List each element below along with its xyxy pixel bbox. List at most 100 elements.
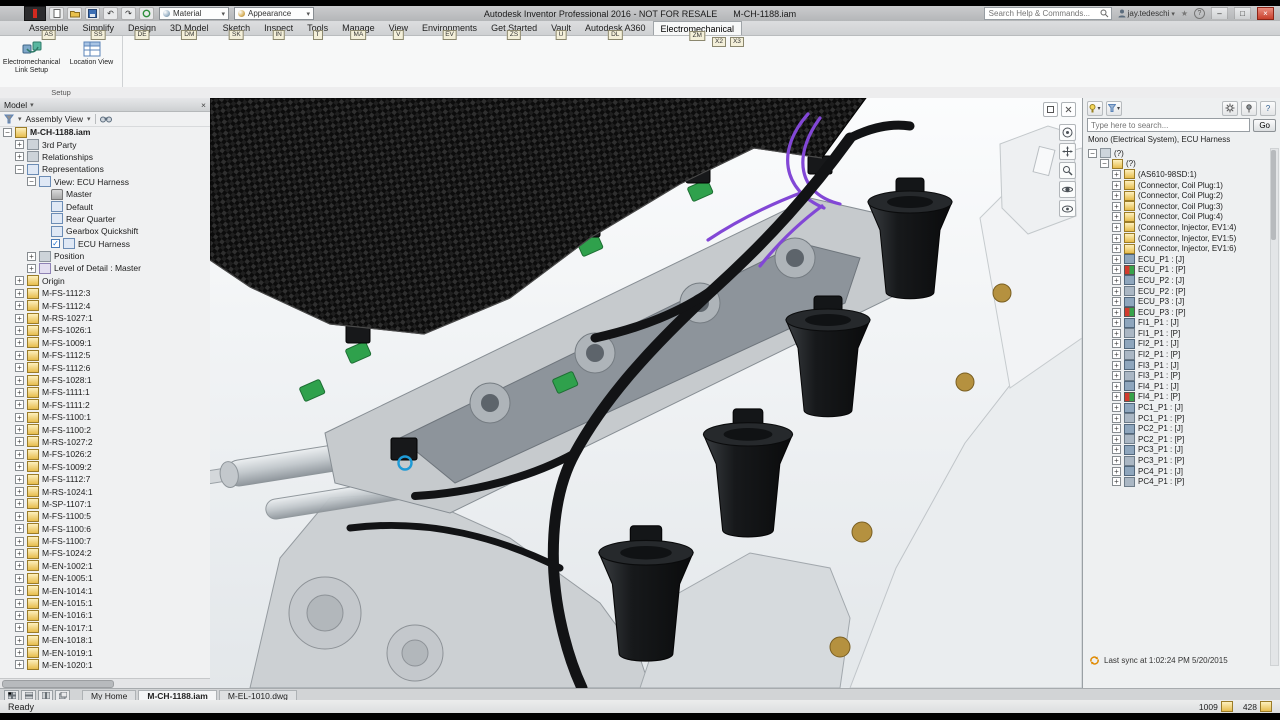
- expand-icon[interactable]: +: [1112, 244, 1121, 254]
- tree-item[interactable]: + (Connector, Injector, EV1:4): [1085, 222, 1271, 233]
- pan-button[interactable]: [1059, 143, 1076, 160]
- expand-icon[interactable]: +: [15, 437, 24, 447]
- expand-icon[interactable]: +: [1112, 392, 1121, 402]
- expand-icon[interactable]: +: [1112, 350, 1121, 360]
- update-icon[interactable]: [139, 7, 154, 20]
- viewport-3d[interactable]: [210, 98, 1082, 688]
- expand-icon[interactable]: +: [15, 586, 24, 596]
- filter-icon[interactable]: [4, 114, 14, 124]
- doc-restore-button[interactable]: [1043, 102, 1058, 117]
- tree-item[interactable]: + M-EN-1017:1: [0, 622, 208, 634]
- tree-item[interactable]: + M-SP-1107:1: [0, 498, 208, 510]
- tree-item[interactable]: + M-EN-1005:1: [0, 572, 208, 584]
- expand-icon[interactable]: +: [15, 511, 24, 521]
- tree-item[interactable]: + Origin: [0, 275, 208, 287]
- tree-item[interactable]: + M-EN-1019:1: [0, 646, 208, 659]
- expand-icon[interactable]: +: [15, 610, 24, 620]
- settings-gear-button[interactable]: [1222, 100, 1238, 116]
- ribbon-tab[interactable]: Vault U: [544, 21, 578, 40]
- expand-icon[interactable]: +: [15, 462, 24, 472]
- ribbon-tab[interactable]: Tools T: [300, 21, 335, 40]
- browser-horizontal-scrollbar[interactable]: [0, 678, 210, 688]
- tree-item[interactable]: + M-FS-1100:1: [0, 411, 208, 423]
- tree-item[interactable]: + M-FS-1112:7: [0, 473, 208, 485]
- tree-item[interactable]: + M-RS-1024:1: [0, 485, 208, 498]
- expand-icon[interactable]: +: [15, 648, 24, 658]
- tree-item[interactable]: + (Connector, Coil Plug:1): [1085, 180, 1271, 191]
- collapse-icon[interactable]: −: [3, 127, 12, 137]
- collapse-icon[interactable]: −: [27, 177, 36, 187]
- expand-icon[interactable]: +: [15, 474, 24, 484]
- orbit-button[interactable]: [1059, 181, 1076, 198]
- tree-item[interactable]: − M-CH-1188.iam: [0, 126, 208, 138]
- tree-item[interactable]: + M-EN-1015:1: [0, 597, 208, 609]
- expand-icon[interactable]: +: [1112, 339, 1121, 349]
- tree-item[interactable]: + FI2_P1 : [J]: [1085, 338, 1271, 350]
- tree-item[interactable]: + (Connector, Coil Plug:2): [1085, 190, 1271, 201]
- model-canvas[interactable]: [210, 98, 1082, 688]
- tree-item[interactable]: + M-FS-1009:2: [0, 461, 208, 473]
- expand-icon[interactable]: +: [15, 276, 24, 286]
- tree-item[interactable]: + FI3_P1 : [P]: [1085, 370, 1271, 381]
- tree-item[interactable]: Gearbox Quickshift: [0, 225, 208, 237]
- tree-item[interactable]: + FI3_P1 : [J]: [1085, 360, 1271, 371]
- tree-item[interactable]: + M-FS-1100:5: [0, 510, 208, 522]
- expand-icon[interactable]: +: [1112, 456, 1121, 466]
- tree-item[interactable]: + M-FS-1009:1: [0, 337, 208, 349]
- ribbon-tab[interactable]: Environments EV: [415, 21, 484, 40]
- expand-icon[interactable]: +: [15, 301, 24, 311]
- expand-icon[interactable]: +: [1112, 307, 1121, 317]
- expand-icon[interactable]: +: [1112, 445, 1121, 455]
- expand-icon[interactable]: +: [15, 660, 24, 670]
- tree-item[interactable]: + PC1_P1 : [P]: [1085, 413, 1271, 424]
- tree-item[interactable]: + M-FS-1112:6: [0, 361, 208, 374]
- undo-icon[interactable]: ↶: [103, 7, 118, 20]
- expand-icon[interactable]: +: [1112, 360, 1121, 370]
- save-icon[interactable]: [85, 7, 100, 20]
- ribbon-tab[interactable]: Design DE: [121, 21, 163, 40]
- tree-item[interactable]: + M-EN-1016:1: [0, 609, 208, 621]
- expand-icon[interactable]: +: [15, 140, 24, 150]
- tree-item[interactable]: + ECU_P3 : [P]: [1085, 307, 1271, 318]
- tree-item[interactable]: + FI4_P1 : [P]: [1085, 391, 1271, 403]
- ribbon-tab[interactable]: Manage MA: [335, 21, 382, 40]
- tree-item[interactable]: + M-EN-1002:1: [0, 560, 208, 572]
- expand-icon[interactable]: +: [15, 363, 24, 373]
- tree-item[interactable]: + Position: [0, 250, 208, 262]
- tree-item[interactable]: + (Connector, Injector, EV1:6): [1085, 243, 1271, 254]
- restore-button[interactable]: □: [1234, 7, 1251, 20]
- tree-item[interactable]: Default: [0, 200, 208, 213]
- expand-icon[interactable]: +: [15, 561, 24, 571]
- tree-item[interactable]: + M-FS-1112:4: [0, 299, 208, 312]
- expand-icon[interactable]: +: [15, 288, 24, 298]
- ribbon-tab[interactable]: Sketch SK: [216, 21, 258, 40]
- tree-item[interactable]: + PC4_P1 : [J]: [1085, 466, 1271, 477]
- expand-icon[interactable]: +: [1112, 191, 1121, 201]
- pin-button[interactable]: [1241, 100, 1257, 116]
- expand-icon[interactable]: +: [1112, 201, 1121, 211]
- tree-item[interactable]: + M-FS-1026:2: [0, 448, 208, 460]
- location-view-button[interactable]: Location View: [63, 38, 120, 90]
- tree-item[interactable]: + M-EN-1018:1: [0, 634, 208, 646]
- expand-icon[interactable]: +: [1112, 371, 1121, 381]
- tree-item[interactable]: + M-FS-1100:7: [0, 535, 208, 547]
- tree-item[interactable]: + PC2_P1 : [J]: [1085, 423, 1271, 434]
- tree-item[interactable]: + PC2_P1 : [P]: [1085, 434, 1271, 445]
- expand-icon[interactable]: +: [15, 400, 24, 410]
- expand-icon[interactable]: +: [15, 573, 24, 583]
- help-search[interactable]: [983, 7, 1112, 20]
- tree-item[interactable]: + M-EN-1020:1: [0, 659, 208, 671]
- expand-icon[interactable]: +: [1112, 413, 1121, 423]
- tree-item[interactable]: + FI2_P1 : [P]: [1085, 349, 1271, 360]
- expand-icon[interactable]: +: [1112, 169, 1121, 179]
- expand-icon[interactable]: +: [1112, 180, 1121, 190]
- tree-item[interactable]: − (?): [1085, 148, 1271, 159]
- new-file-icon[interactable]: [49, 7, 64, 20]
- ribbon-tab[interactable]: Get Started ZS: [484, 21, 544, 40]
- tree-item[interactable]: + M-EN-1014:1: [0, 584, 208, 597]
- tree-item[interactable]: + PC1_P1 : [J]: [1085, 402, 1271, 413]
- tree-item[interactable]: + Level of Detail : Master: [0, 262, 208, 274]
- find-binoculars-icon[interactable]: [99, 114, 112, 123]
- tree-item[interactable]: + M-FS-1112:5: [0, 349, 208, 361]
- appearance-dropdown[interactable]: Appearance ▾: [234, 7, 314, 20]
